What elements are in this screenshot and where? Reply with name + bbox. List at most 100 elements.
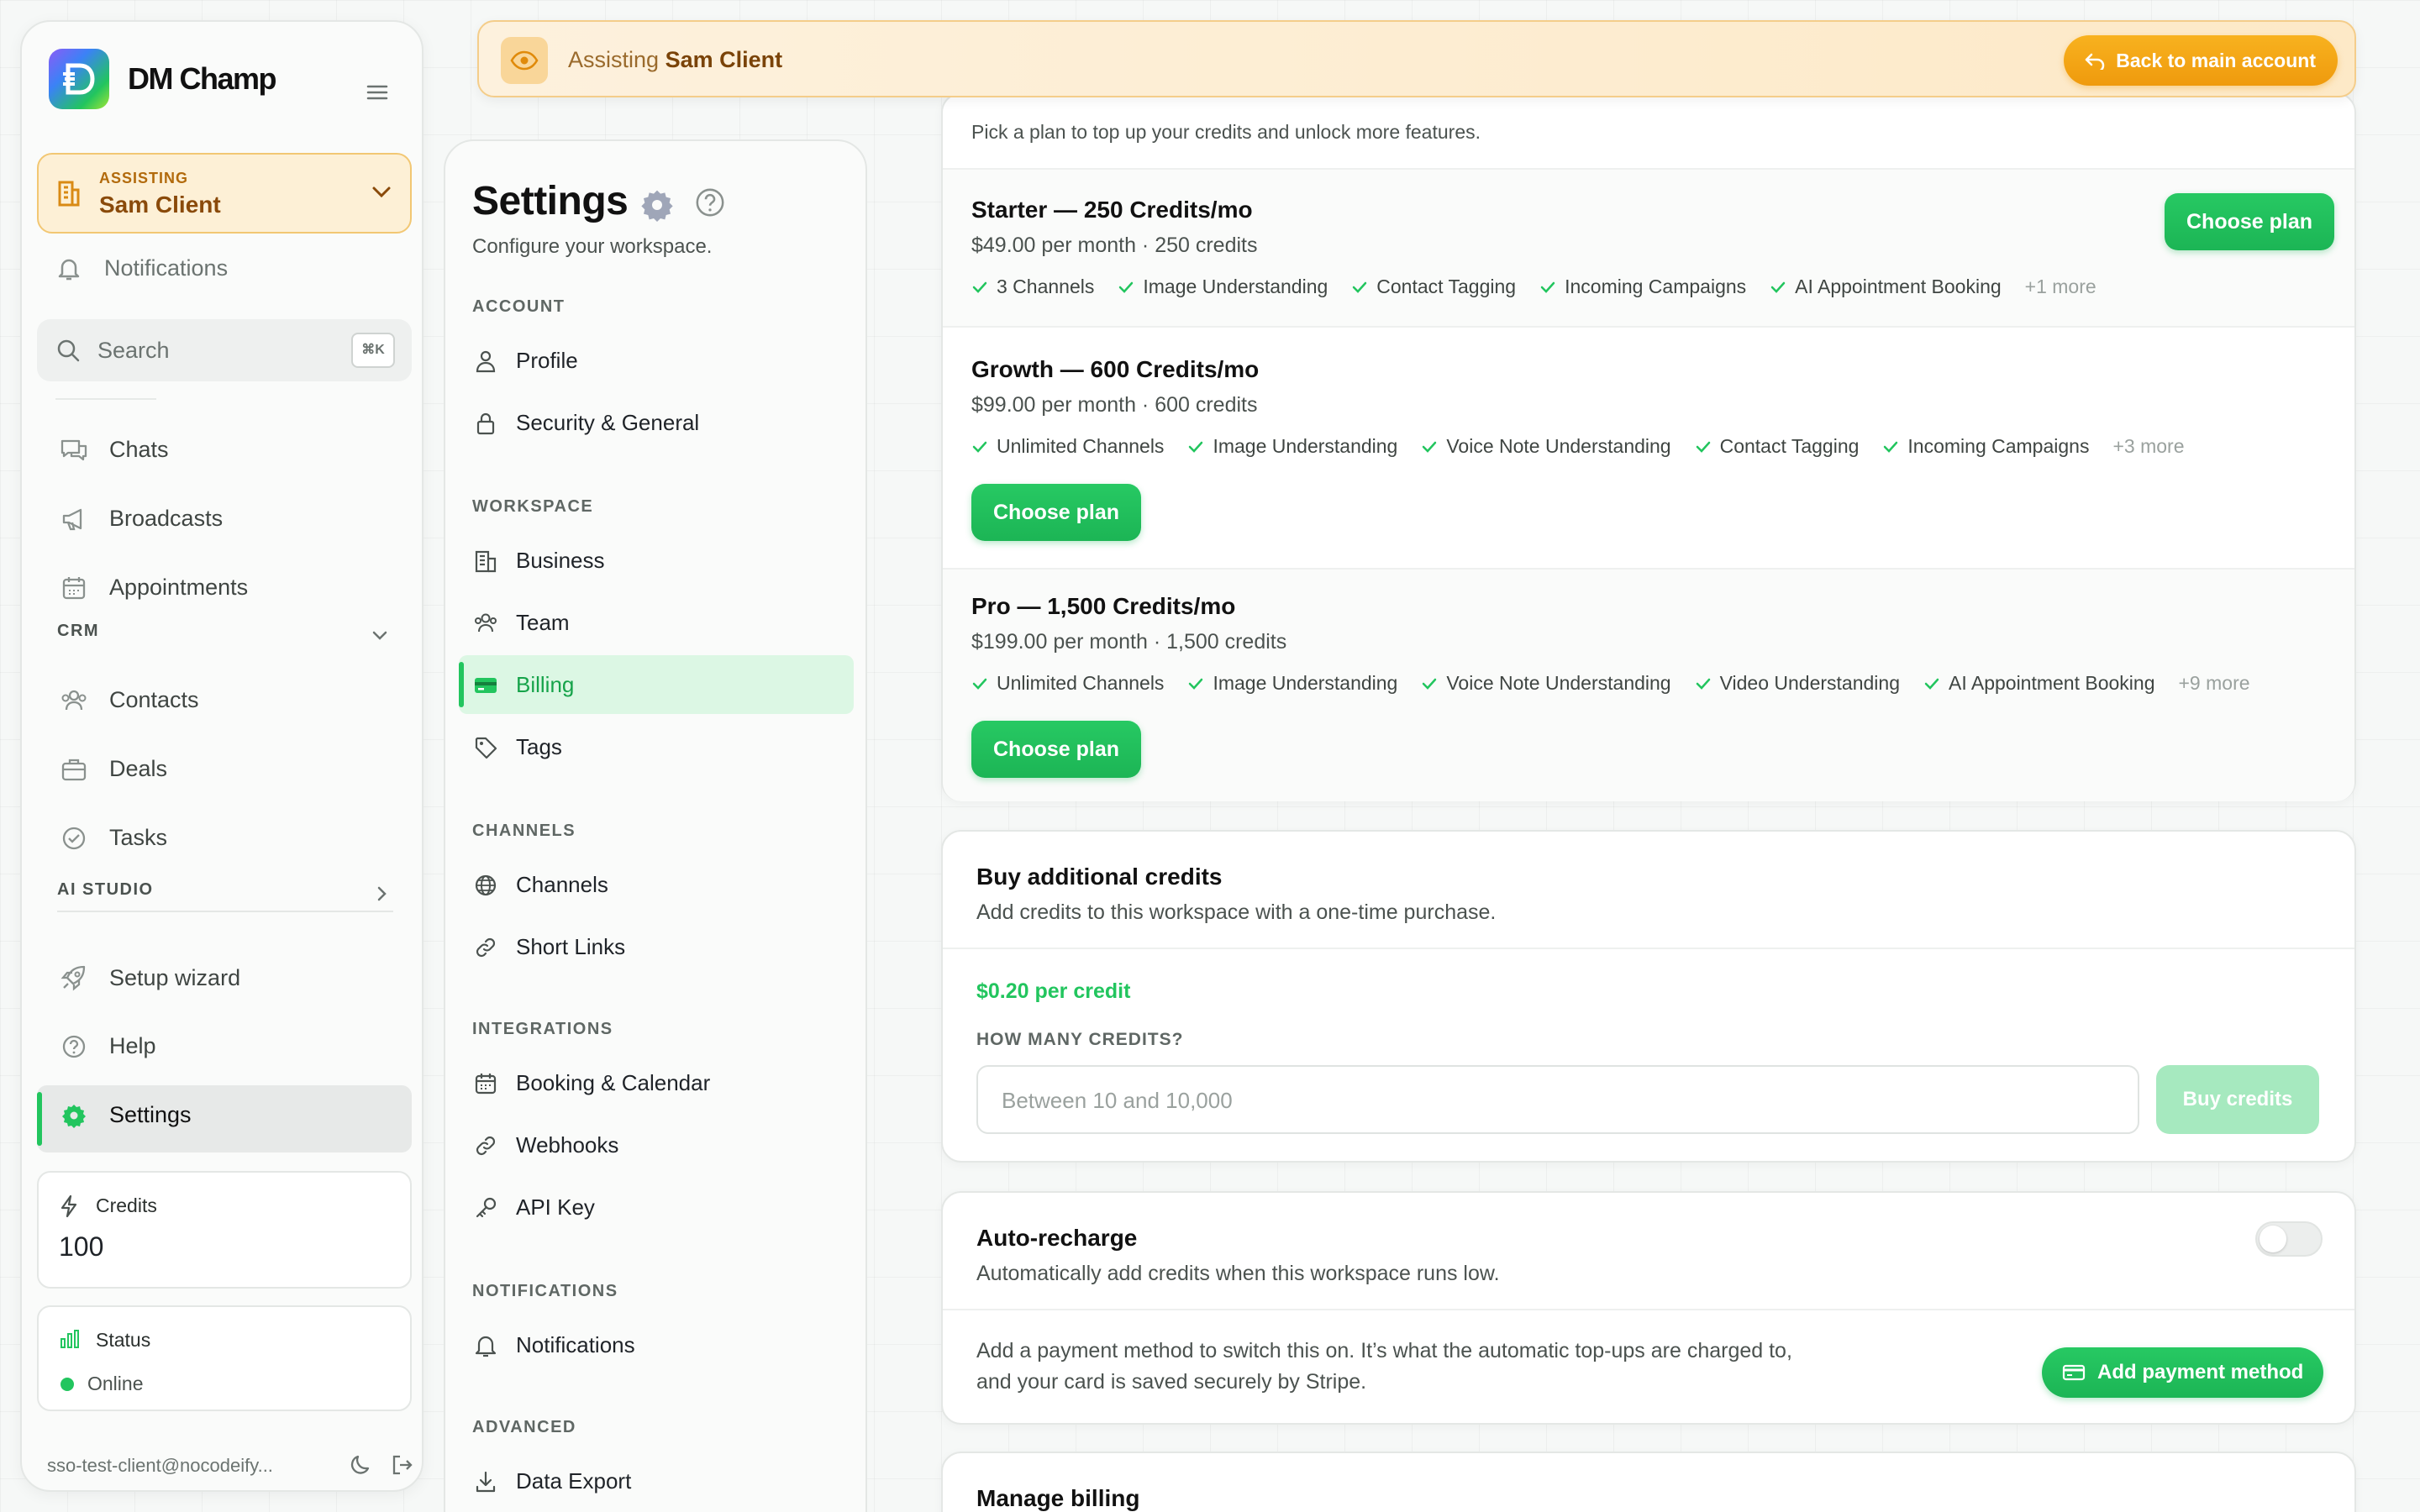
nav-item-billing[interactable]: Billing [472,672,574,698]
gear-icon [640,188,674,222]
chevron-down-icon [371,185,392,198]
assisting-label: ASSISTING [99,170,189,186]
choose-plan-button-pro[interactable]: Choose plan [971,721,1142,778]
feature-label: Image Understanding [1213,672,1398,694]
credit-card-icon [2062,1363,2086,1382]
nav-item-booking-calendar[interactable]: Booking & Calendar [472,1070,710,1096]
globe-icon [472,874,499,897]
nav-item-team[interactable]: Team [472,610,570,636]
sidebar-item-appointments[interactable]: Appointments [57,575,248,601]
divider [943,1309,2354,1310]
chevron-right-icon[interactable] [376,885,388,902]
nav-item-api-key[interactable]: API Key [472,1194,595,1221]
nav-item-short-links[interactable]: Short Links [472,934,625,960]
plan-features: Unlimited Channels Image Understanding V… [971,435,2184,458]
nav-item-notifications[interactable]: Notifications [472,1332,635,1358]
lock-icon [472,412,499,435]
buy-credits-card: Buy additional credits Add credits to th… [941,830,2356,1163]
user-email: sso-test-client@nocodeify... [47,1455,273,1476]
plans-card: Pick a plan to top up your credits and u… [941,92,2356,801]
help-icon[interactable] [694,186,726,218]
sidebar-item-label: Tasks [109,825,168,850]
nav-item-label: Channels [516,872,608,897]
nav-item-tags[interactable]: Tags [472,734,562,760]
nav-group-account: ACCOUNT [472,297,566,316]
price-per-credit: $0.20 per credit [976,979,1131,1003]
calendar-icon [472,1072,499,1095]
nav-item-security[interactable]: Security & General [472,410,699,436]
sidebar-item-deals[interactable]: Deals [57,756,167,782]
feature-item: Contact Tagging [1695,435,1859,458]
feature-label: Unlimited Channels [997,672,1165,694]
sidebar-item-chats[interactable]: Chats [57,437,169,463]
nav-item-label: Profile [516,348,578,373]
online-indicator [60,1378,74,1391]
nav-item-channels[interactable]: Channels [472,872,608,898]
credits-amount-input[interactable]: Between 10 and 10,000 [976,1065,2139,1134]
feature-item: Video Understanding [1695,672,1900,695]
sidebar-item-help[interactable]: Help [57,1033,156,1059]
nav-item-business[interactable]: Business [472,548,605,574]
page-title: Settings [472,179,629,223]
check-icon [1539,281,1556,294]
nav-item-label: Short Links [516,934,626,959]
nav-group-notifications: NOTIFICATIONS [472,1282,618,1300]
back-to-main-account-button[interactable]: Back to main account [2064,35,2338,86]
feature-label: Incoming Campaigns [1565,276,1747,297]
feature-item: AI Appointment Booking [1770,276,2002,298]
nav-group-advanced: ADVANCED [472,1418,576,1436]
card-description: Add credits to this workspace with a one… [976,900,1497,924]
tag-icon [472,736,499,759]
bar-chart-icon [59,1329,81,1349]
credits-field-label: HOW MANY CREDITS? [976,1030,1184,1049]
feature-more[interactable]: +3 more [2112,435,2184,458]
sidebar-item-label: Notifications [104,255,229,281]
nav-item-label: API Key [516,1194,595,1220]
nav-item-profile[interactable]: Profile [472,348,578,374]
chat-icon [57,438,91,463]
link-icon [472,936,499,959]
app-logo [49,49,109,109]
choose-plan-button-starter[interactable]: Choose plan [2165,193,2335,250]
feature-more[interactable]: +1 more [2025,276,2096,298]
logout-icon[interactable] [390,1453,413,1477]
sidebar-item-settings[interactable]: Settings [57,1102,192,1128]
brand[interactable]: DM Champ [49,49,277,109]
choose-plan-button-growth[interactable]: Choose plan [971,484,1142,541]
status-value: Online [87,1373,144,1394]
sidebar-item-broadcasts[interactable]: Broadcasts [57,506,223,532]
sidebar-item-label: Broadcasts [109,506,224,531]
app-name: DM Champ [128,61,277,96]
auto-recharge-toggle[interactable] [2255,1221,2323,1257]
nav-item-data-export[interactable]: Data Export [472,1468,631,1494]
nav-item-label: Tags [516,734,562,759]
sidebar-item-tasks[interactable]: Tasks [57,825,167,851]
menu-icon[interactable] [366,84,388,101]
feature-label: Video Understanding [1719,672,1900,694]
input-placeholder: Between 10 and 10,000 [1002,1088,1233,1113]
chevron-down-icon[interactable] [371,630,388,642]
sidebar-item-label: Appointments [109,575,249,600]
check-icon [1187,677,1204,690]
feature-item: Image Understanding [1187,672,1397,695]
sidebar-item-contacts[interactable]: Contacts [57,687,199,713]
check-icon [1421,440,1438,454]
check-icon [1695,677,1712,690]
add-payment-method-button[interactable]: Add payment method [2042,1347,2324,1398]
feature-more[interactable]: +9 more [2179,672,2250,695]
card-title: Manage billing [976,1485,1140,1511]
auto-recharge-card: Auto-recharge Automatically add credits … [941,1191,2356,1425]
status-card: Status Online [37,1305,412,1411]
moon-icon[interactable] [350,1453,373,1477]
sidebar-item-setup-wizard[interactable]: Setup wizard [57,964,240,991]
download-icon [472,1470,499,1494]
search-input[interactable]: Search ⌘K [37,319,412,381]
sidebar-item-label: Settings [109,1102,192,1127]
buy-credits-button[interactable]: Buy credits [2156,1065,2319,1134]
nav-item-label: Webhooks [516,1132,619,1158]
nav-item-webhooks[interactable]: Webhooks [472,1132,618,1158]
feature-label: Incoming Campaigns [1907,435,2090,457]
button-label: Add payment method [2097,1361,2304,1383]
sidebar-item-notifications[interactable]: Notifications [52,255,228,281]
assisting-client-switcher[interactable]: ASSISTING Sam Client [37,153,412,234]
